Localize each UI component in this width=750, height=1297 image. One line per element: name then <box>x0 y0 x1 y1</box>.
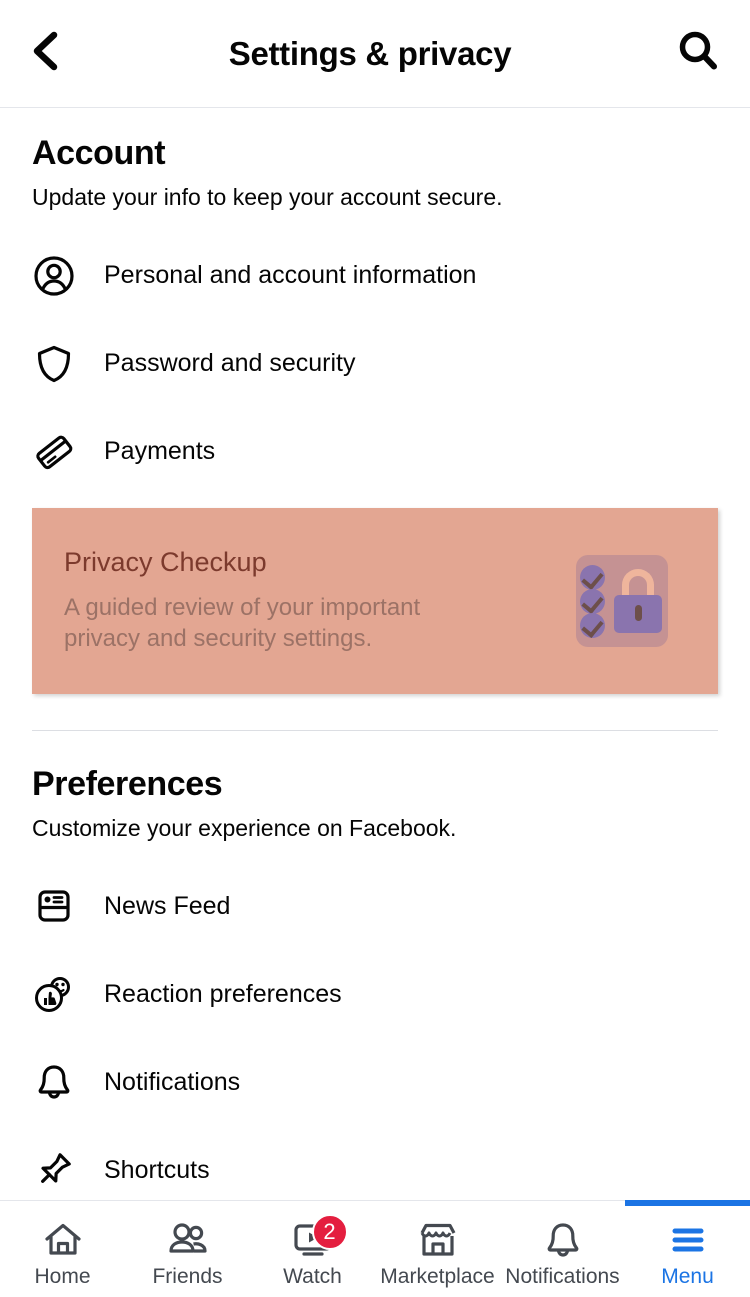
section-title-preferences: Preferences <box>32 764 223 803</box>
row-label: Payments <box>104 436 216 465</box>
search-icon <box>676 29 720 78</box>
nav-item-friends[interactable]: Friends <box>125 1201 250 1297</box>
privacy-checkup-card-wrapper: Privacy Checkup A guided review of your … <box>0 496 750 694</box>
page-title: Settings & privacy <box>228 34 512 72</box>
row-label: Reaction preferences <box>104 979 342 1008</box>
nav-item-home[interactable]: Home <box>0 1201 125 1297</box>
reaction-icon <box>32 972 76 1016</box>
watch-badge: 2 <box>311 1213 348 1250</box>
chevron-left-icon <box>28 31 62 76</box>
row-reaction-preferences[interactable]: Reaction preferences <box>0 950 750 1038</box>
person-circle-icon <box>32 254 76 298</box>
row-news-feed[interactable]: News Feed <box>0 862 750 950</box>
nav-item-notifications[interactable]: Notifications <box>500 1201 625 1297</box>
hamburger-menu-icon <box>665 1218 711 1262</box>
row-password-and-security[interactable]: Password and security <box>0 320 750 408</box>
marketplace-icon <box>415 1218 461 1262</box>
row-payments[interactable]: Payments <box>0 408 750 496</box>
nav-label: Notifications <box>505 1264 620 1288</box>
bottom-navigation-bar: Home Friends 2 Watch Marketplace Notific… <box>0 1200 750 1297</box>
nav-label: Marketplace <box>380 1264 495 1288</box>
settings-content: Account Update your info to keep your ac… <box>0 108 750 1297</box>
section-title-account: Account <box>32 134 166 172</box>
friends-icon <box>165 1218 211 1262</box>
privacy-checkup-title: Privacy Checkup <box>64 547 267 578</box>
row-label: Notifications <box>104 1067 241 1096</box>
nav-label: Friends <box>152 1264 223 1288</box>
news-feed-icon <box>32 884 76 928</box>
row-label: Shortcuts <box>104 1155 210 1184</box>
privacy-checkup-text: Privacy Checkup A guided review of your … <box>64 546 576 655</box>
bell-icon <box>541 1218 585 1262</box>
search-button[interactable] <box>664 26 720 82</box>
shield-icon <box>32 342 76 386</box>
nav-item-marketplace[interactable]: Marketplace <box>375 1201 500 1297</box>
row-label: Personal and account information <box>104 260 477 289</box>
home-icon <box>41 1218 85 1262</box>
pin-icon <box>32 1148 76 1192</box>
preferences-row-list: News Feed Reaction preferences Notificat… <box>0 862 750 1214</box>
section-account: Account Update your info to keep your ac… <box>0 134 750 731</box>
bell-icon <box>32 1060 76 1104</box>
row-personal-and-account-information[interactable]: Personal and account information <box>0 232 750 320</box>
nav-label: Menu <box>661 1264 714 1288</box>
row-label: News Feed <box>104 891 231 920</box>
nav-label: Watch <box>283 1264 342 1288</box>
row-label: Password and security <box>104 348 356 377</box>
nav-item-watch[interactable]: 2 Watch <box>250 1201 375 1297</box>
section-subtitle-account: Update your info to keep your account se… <box>32 184 503 211</box>
account-row-list: Personal and account information Passwor… <box>0 232 750 496</box>
app-header: Settings & privacy <box>0 0 750 108</box>
privacy-checkup-description: A guided review of your important privac… <box>64 593 421 653</box>
section-divider <box>32 729 718 731</box>
row-notifications[interactable]: Notifications <box>0 1038 750 1126</box>
section-preferences: Preferences Customize your experience on… <box>0 765 750 1215</box>
credit-card-icon <box>32 430 76 474</box>
watch-icon: 2 <box>290 1213 348 1262</box>
active-tab-indicator <box>625 1200 750 1206</box>
nav-item-menu[interactable]: Menu <box>625 1200 750 1297</box>
privacy-lock-checklist-illustration <box>576 554 668 647</box>
nav-label: Home <box>34 1264 91 1288</box>
settings-privacy-screen: Settings & privacy Account Update your i… <box>0 0 750 1297</box>
section-subtitle-preferences: Customize your experience on Facebook. <box>32 814 457 841</box>
privacy-checkup-card[interactable]: Privacy Checkup A guided review of your … <box>32 507 718 694</box>
